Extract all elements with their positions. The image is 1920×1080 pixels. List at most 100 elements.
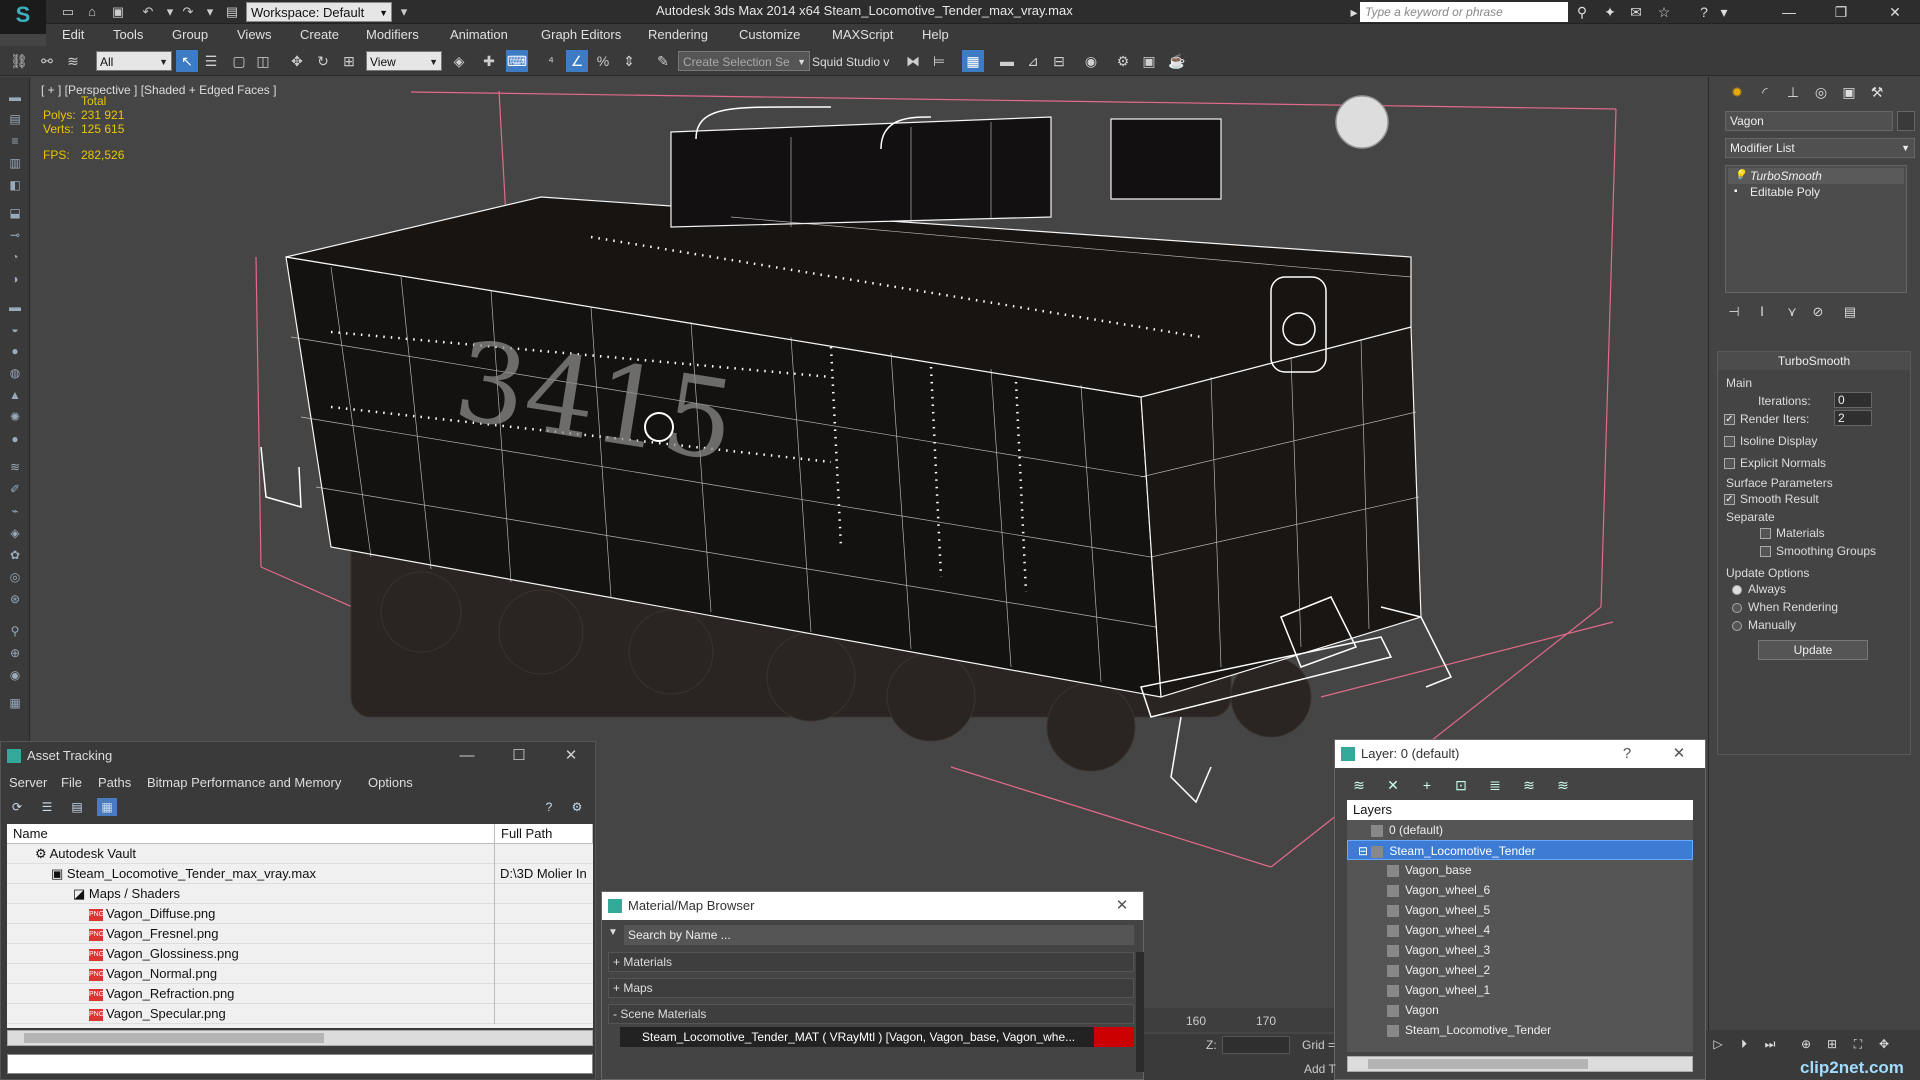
display-tab-icon[interactable]: ▣ (1837, 81, 1861, 103)
utilities-tab-icon[interactable]: ⚒ (1865, 81, 1889, 103)
motion-tab-icon[interactable]: ◎ (1809, 81, 1833, 103)
lightbulb-icon[interactable]: 💡 (1734, 168, 1746, 184)
help-icon[interactable]: ? (1607, 740, 1647, 768)
reference-coordinate-dropdown[interactable]: View ▼ (366, 51, 442, 71)
strip-tool-icon[interactable]: ◉ (6, 667, 24, 683)
asset-menu-options[interactable]: Options (368, 775, 413, 790)
strip-tool-icon[interactable]: ⊸ (6, 227, 24, 243)
layer-row[interactable]: Vagon_base (1347, 860, 1693, 880)
pan-icon[interactable]: ✥ (1874, 1034, 1894, 1054)
select-objects-icon[interactable]: ⊡ (1449, 774, 1473, 796)
spinner-snap-icon[interactable]: ⇕ (618, 50, 640, 72)
column-header-name[interactable]: Name (7, 824, 495, 844)
strip-tool-icon[interactable]: ◑ (6, 271, 24, 287)
strip-tool-icon[interactable]: ≋ (6, 459, 24, 475)
refresh-icon[interactable]: ⟳ (7, 798, 27, 816)
browser-options-icon[interactable]: ▼ (608, 927, 620, 938)
hierarchy-tab-icon[interactable]: ⊥ (1781, 81, 1805, 103)
delete-layer-icon[interactable]: ✕ (1381, 774, 1405, 796)
table-row[interactable]: PNG Vagon_Fresnel.png (7, 924, 593, 944)
select-object-icon[interactable]: ↖ (176, 50, 198, 72)
minimize-icon[interactable]: — (447, 742, 487, 770)
close-icon[interactable]: ✕ (1659, 740, 1699, 768)
explicit-normals-checkbox[interactable] (1724, 458, 1735, 469)
menu-modifiers[interactable]: Modifiers (366, 24, 419, 46)
named-selection-set-input[interactable]: Create Selection Se ▼ (678, 51, 810, 71)
table-row[interactable]: ◪ Maps / Shaders (7, 884, 593, 904)
workspace-dropdown[interactable]: Workspace: Default ▼ (246, 2, 392, 22)
strip-tool-icon[interactable]: ◧ (6, 177, 24, 193)
layer-row[interactable]: Vagon_wheel_4 (1347, 920, 1693, 940)
maps-section[interactable]: + Maps (608, 978, 1134, 998)
graphite-ribbon-icon[interactable]: ▬ (996, 50, 1018, 72)
close-icon[interactable]: ✕ (551, 742, 591, 770)
close-icon[interactable]: ✕ (1102, 892, 1142, 920)
unlink-icon[interactable]: ⚯ (36, 50, 58, 72)
pin-stack-icon[interactable]: ⊣ (1723, 303, 1745, 321)
materials-checkbox[interactable] (1760, 528, 1771, 539)
render-iters-checkbox[interactable]: ✓ (1724, 414, 1735, 425)
table-row[interactable]: PNG Vagon_Refraction.png (7, 984, 593, 1004)
layer-row[interactable]: Vagon_wheel_2 (1347, 960, 1693, 980)
rectangle-selection-icon[interactable]: ▢ (228, 50, 250, 72)
modifier-list-dropdown[interactable]: Modifier List ▼ (1725, 138, 1915, 158)
layers-column-header[interactable]: Layers (1347, 800, 1693, 820)
bind-space-warp-icon[interactable]: ≋ (62, 50, 84, 72)
list-view-icon[interactable]: ☰ (37, 798, 57, 816)
materials-section[interactable]: + Materials (608, 952, 1134, 972)
configure-modifier-sets-icon[interactable]: ▤ (1839, 303, 1861, 321)
scale-icon[interactable]: ⊞ (338, 50, 360, 72)
strip-tool-icon[interactable]: ▬ (6, 89, 24, 105)
quick-access-menu-icon[interactable]: ▾ (394, 3, 414, 21)
strip-tool-icon[interactable]: ⬓ (6, 205, 24, 221)
curve-editor-icon[interactable]: ⊿ (1022, 50, 1044, 72)
restore-icon[interactable]: ❐ (1818, 0, 1864, 24)
render-production-icon[interactable]: ☕ (1166, 50, 1188, 72)
manually-radio[interactable] (1732, 621, 1742, 631)
open-file-icon[interactable]: ⌂ (82, 3, 102, 21)
layer-row[interactable]: ⊟ Steam_Locomotive_Tender (1347, 840, 1693, 860)
scene-materials-section[interactable]: - Scene Materials (608, 1004, 1134, 1024)
menu-create[interactable]: Create (300, 24, 339, 46)
go-to-end-icon[interactable]: ⏭ (1760, 1034, 1780, 1054)
asset-path-field[interactable] (7, 1054, 593, 1074)
menu-views[interactable]: Views (237, 24, 271, 46)
asset-menu-server[interactable]: Server (9, 775, 47, 790)
rendered-frame-window-icon[interactable]: ▣ (1138, 50, 1160, 72)
app-logo-icon[interactable]: S (0, 0, 46, 34)
strip-tool-icon[interactable]: ● (6, 431, 24, 447)
asset-menu-bitmap-performance[interactable]: Bitmap Performance and Memory (147, 775, 341, 790)
redo-icon[interactable]: ↷ (178, 3, 198, 21)
thumbnail-view-icon[interactable]: ▤ (67, 798, 87, 816)
select-by-name-icon[interactable]: ☰ (200, 50, 222, 72)
strip-tool-icon[interactable]: ✺ (6, 409, 24, 425)
move-icon[interactable]: ✥ (286, 50, 308, 72)
strip-tool-icon[interactable]: ▤ (6, 111, 24, 127)
field-of-view-icon[interactable]: ⛶ (1848, 1034, 1868, 1054)
settings-icon[interactable]: ⚙ (567, 798, 587, 816)
link-icon[interactable]: ⛓ (8, 50, 30, 72)
strip-tool-icon[interactable]: ✐ (6, 481, 24, 497)
expand-plus-icon[interactable]: ▪ (1734, 184, 1738, 200)
strip-tool-icon[interactable]: ◒ (6, 321, 24, 337)
table-row[interactable]: PNG Vagon_Normal.png (7, 964, 593, 984)
strip-tool-icon[interactable]: ⌁ (6, 503, 24, 519)
layer-row[interactable]: Vagon (1347, 1000, 1693, 1020)
strip-tool-icon[interactable]: ⚲ (6, 623, 24, 639)
rollout-title[interactable]: TurboSmooth (1718, 352, 1910, 370)
minimize-icon[interactable]: — (1766, 0, 1812, 24)
rotate-icon[interactable]: ↻ (312, 50, 334, 72)
help-icon[interactable]: ? (539, 798, 559, 816)
schematic-view-icon[interactable]: ⊟ (1048, 50, 1070, 72)
new-layer-icon[interactable]: ≋ (1347, 774, 1371, 796)
play-icon[interactable]: ▷ (1708, 1034, 1728, 1054)
zoom-extents-icon[interactable]: ⊕ (1796, 1034, 1816, 1054)
stack-item-turbosmooth[interactable]: 💡 TurboSmooth (1728, 168, 1904, 184)
new-file-icon[interactable]: ▭ (58, 3, 78, 21)
window-crossing-icon[interactable]: ◫ (252, 50, 274, 72)
table-row[interactable]: PNG Vagon_Glossiness.png (7, 944, 593, 964)
help-dropdown-icon[interactable]: ▾ (1714, 2, 1734, 22)
timeline[interactable]: 160 170 (1144, 1008, 1334, 1032)
table-row[interactable]: ⚙ Autodesk Vault (7, 844, 593, 864)
update-button[interactable]: Update (1758, 640, 1868, 660)
